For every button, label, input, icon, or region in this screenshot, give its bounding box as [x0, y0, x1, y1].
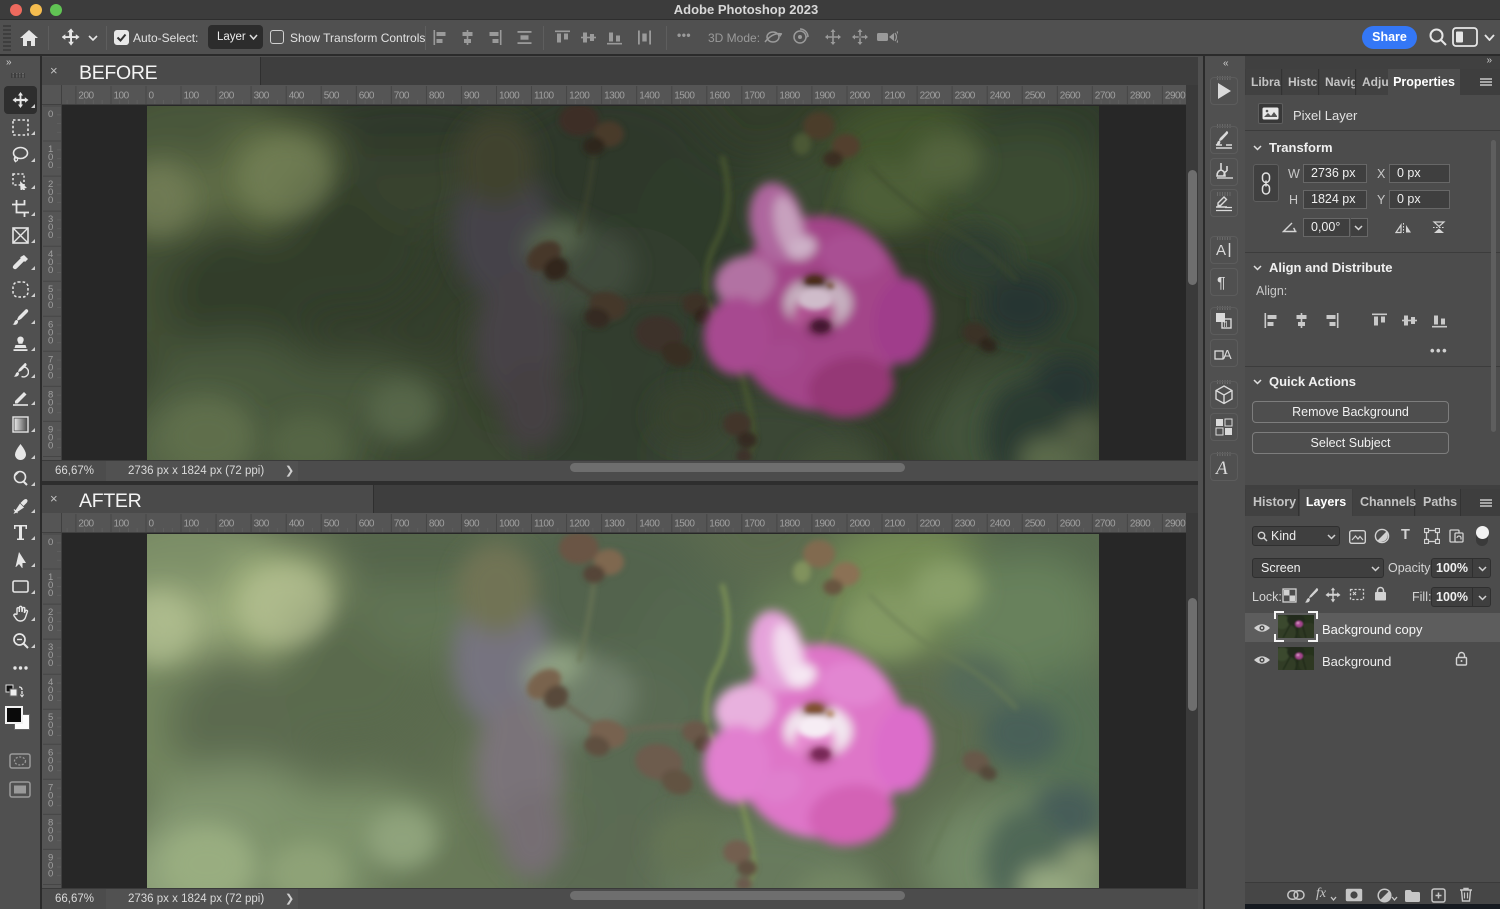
svg-text:900: 900 — [464, 91, 480, 102]
svg-text:2500: 2500 — [1025, 91, 1046, 102]
svg-text:400: 400 — [48, 249, 53, 276]
svg-text:2700: 2700 — [1095, 519, 1116, 530]
svg-text:1900: 1900 — [814, 519, 835, 530]
svg-text:900: 900 — [48, 424, 53, 451]
svg-text:1500: 1500 — [674, 91, 695, 102]
svg-text:1600: 1600 — [709, 91, 730, 102]
svg-text:2600: 2600 — [1060, 91, 1081, 102]
svg-text:1200: 1200 — [569, 91, 590, 102]
svg-text:fl: fl — [1224, 320, 1228, 329]
svg-text:200: 200 — [48, 179, 53, 206]
svg-text:2700: 2700 — [1095, 91, 1116, 102]
svg-text:400: 400 — [289, 519, 305, 530]
svg-text:1700: 1700 — [744, 91, 765, 102]
svg-text:800: 800 — [429, 519, 445, 530]
svg-text:700: 700 — [394, 519, 410, 530]
svg-text:300: 300 — [48, 214, 53, 241]
svg-text:500: 500 — [324, 519, 340, 530]
svg-text:1800: 1800 — [779, 519, 800, 530]
svg-text:700: 700 — [394, 91, 410, 102]
svg-text:A: A — [1223, 347, 1232, 362]
svg-text:300: 300 — [48, 642, 53, 669]
svg-text:¶: ¶ — [1217, 275, 1226, 292]
svg-text:500: 500 — [48, 284, 53, 311]
svg-text:0: 0 — [48, 537, 53, 548]
svg-text:1500: 1500 — [674, 519, 695, 530]
svg-text:2100: 2100 — [885, 91, 906, 102]
svg-text:400: 400 — [48, 677, 53, 704]
svg-text:2300: 2300 — [955, 91, 976, 102]
svg-text:2400: 2400 — [990, 519, 1011, 530]
svg-text:2000: 2000 — [850, 91, 871, 102]
svg-text:1000: 1000 — [499, 519, 520, 530]
svg-text:A: A — [1216, 242, 1226, 259]
svg-text:900: 900 — [48, 852, 53, 879]
svg-text:1600: 1600 — [709, 519, 730, 530]
svg-text:1400: 1400 — [639, 91, 660, 102]
svg-text:100: 100 — [48, 144, 53, 171]
svg-text:200: 200 — [78, 91, 94, 102]
svg-text:2100: 2100 — [885, 519, 906, 530]
svg-text:100: 100 — [184, 91, 200, 102]
svg-text:800: 800 — [48, 817, 53, 844]
svg-text:600: 600 — [359, 519, 375, 530]
svg-text:400: 400 — [289, 91, 305, 102]
svg-text:600: 600 — [359, 91, 375, 102]
svg-text:100: 100 — [114, 91, 130, 102]
svg-text:2800: 2800 — [1130, 91, 1151, 102]
svg-text:1800: 1800 — [779, 91, 800, 102]
svg-text:1200: 1200 — [569, 519, 590, 530]
svg-text:100: 100 — [184, 519, 200, 530]
svg-text:500: 500 — [324, 91, 340, 102]
svg-text:2900: 2900 — [1165, 91, 1186, 102]
svg-text:200: 200 — [48, 607, 53, 634]
svg-text:300: 300 — [254, 91, 270, 102]
svg-text:2300: 2300 — [955, 519, 976, 530]
svg-text:1700: 1700 — [744, 519, 765, 530]
svg-text:700: 700 — [48, 782, 53, 809]
svg-text:600: 600 — [48, 747, 53, 774]
svg-text:1300: 1300 — [604, 91, 625, 102]
svg-text:500: 500 — [48, 712, 53, 739]
svg-text:2900: 2900 — [1165, 519, 1186, 530]
svg-text:0: 0 — [48, 109, 53, 120]
svg-text:1900: 1900 — [814, 91, 835, 102]
svg-text:200: 200 — [219, 519, 235, 530]
svg-text:1300: 1300 — [604, 519, 625, 530]
svg-text:800: 800 — [48, 389, 53, 416]
svg-text:1100: 1100 — [534, 519, 554, 530]
svg-text:2200: 2200 — [920, 91, 941, 102]
svg-text:1100: 1100 — [534, 91, 554, 102]
svg-text:100: 100 — [114, 519, 130, 530]
svg-text:2400: 2400 — [990, 91, 1011, 102]
svg-text:200: 200 — [219, 91, 235, 102]
svg-text:800: 800 — [429, 91, 445, 102]
svg-text:900: 900 — [464, 519, 480, 530]
svg-text:1000: 1000 — [499, 91, 520, 102]
svg-text:2200: 2200 — [920, 519, 941, 530]
svg-text:2800: 2800 — [1130, 519, 1151, 530]
svg-text:A: A — [1214, 458, 1228, 478]
svg-text:2600: 2600 — [1060, 519, 1081, 530]
svg-text:300: 300 — [254, 519, 270, 530]
svg-text:1400: 1400 — [639, 519, 660, 530]
svg-text:2000: 2000 — [850, 519, 871, 530]
svg-text:100: 100 — [48, 572, 53, 599]
svg-text:2500: 2500 — [1025, 519, 1046, 530]
svg-text:700: 700 — [48, 354, 53, 381]
svg-text:600: 600 — [48, 319, 53, 346]
svg-text:200: 200 — [78, 519, 94, 530]
